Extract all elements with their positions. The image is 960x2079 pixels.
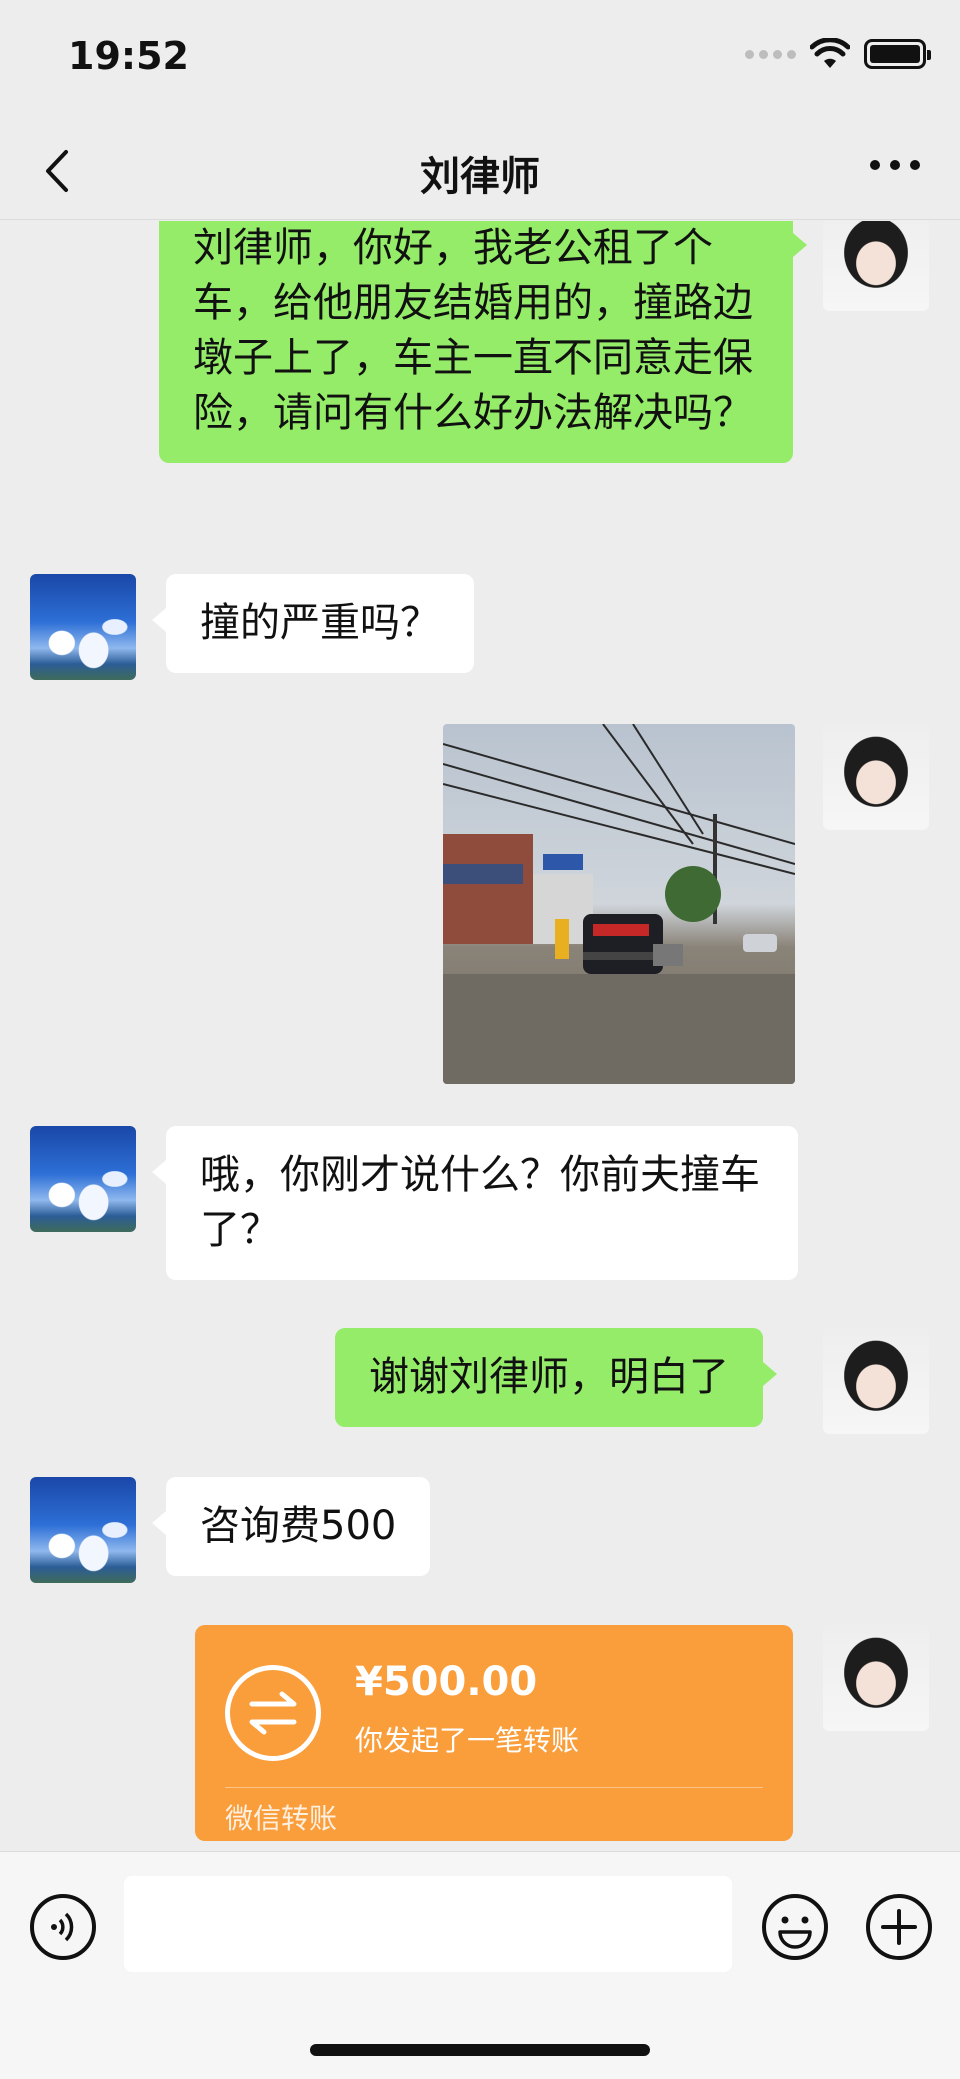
nav-bar: 刘律师	[0, 120, 960, 220]
status-time: 19:52	[68, 34, 189, 78]
cellular-signal-icon	[745, 49, 796, 59]
plus-icon[interactable]	[864, 1892, 934, 1962]
avatar-self[interactable]	[823, 724, 929, 830]
battery-icon	[864, 39, 931, 69]
transfer-arrows-icon	[225, 1665, 321, 1761]
message-input[interactable]	[124, 1876, 732, 1972]
avatar-contact[interactable]	[30, 1126, 136, 1232]
avatar-self[interactable]	[823, 221, 929, 311]
avatar-self[interactable]	[823, 1625, 929, 1731]
chat-title: 刘律师	[420, 154, 540, 200]
message-bubble-sent[interactable]: 谢谢刘律师，明白了	[335, 1328, 777, 1427]
wifi-icon	[810, 38, 850, 68]
message-image[interactable]	[443, 724, 795, 1084]
more-icon[interactable]	[870, 160, 920, 170]
message-bubble-received[interactable]: 撞的严重吗？	[152, 574, 474, 673]
avatar-self[interactable]	[823, 1328, 929, 1434]
home-indicator[interactable]	[310, 2044, 650, 2056]
transfer-description: 你发起了一笔转账	[355, 1724, 580, 1757]
emoji-icon[interactable]	[760, 1892, 830, 1962]
status-bar: 19:52	[0, 0, 960, 120]
voice-icon[interactable]	[28, 1892, 98, 1962]
avatar-contact[interactable]	[30, 1477, 136, 1583]
transfer-card[interactable]: ¥500.00 你发起了一笔转账 微信转账	[195, 1625, 793, 1841]
car-accident-photo	[443, 724, 795, 1084]
message-bubble-sent[interactable]: 刘律师，你好，我老公租了个车，给他朋友结婚用的，撞路边墩子上了，车主一直不同意走…	[159, 221, 807, 463]
avatar-contact[interactable]	[30, 574, 136, 680]
transfer-brand: 微信转账	[225, 1802, 338, 1835]
transfer-divider	[225, 1787, 763, 1788]
transfer-amount: ¥500.00	[355, 1659, 538, 1705]
chat-area[interactable]: 刘律师，你好，我老公租了个车，给他朋友结婚用的，撞路边墩子上了，车主一直不同意走…	[0, 221, 960, 1851]
status-icons	[745, 38, 931, 70]
message-bubble-received[interactable]: 咨询费500	[151, 1477, 431, 1576]
message-bubble-received[interactable]: 哦，你刚才说什么？你前夫撞车了？	[152, 1126, 798, 1280]
